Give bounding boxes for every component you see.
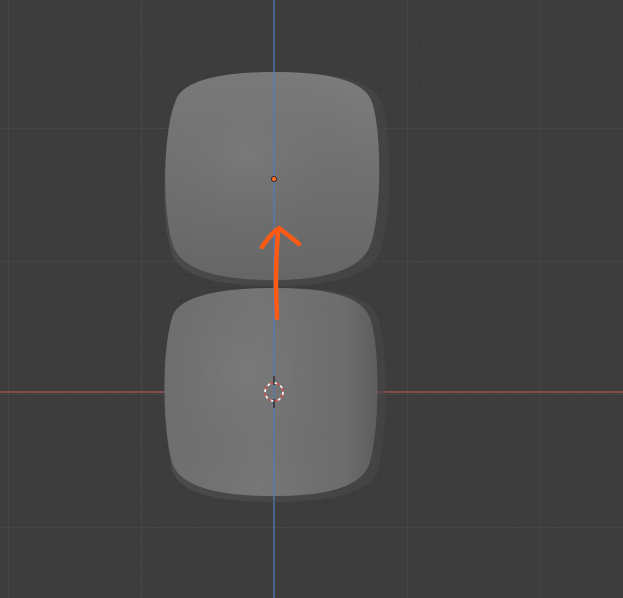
viewport-scene[interactable] — [0, 0, 623, 598]
object-origin-dot[interactable] — [270, 175, 277, 182]
lower-rounded-cube[interactable] — [164, 288, 386, 502]
3d-viewport[interactable] — [0, 0, 623, 598]
